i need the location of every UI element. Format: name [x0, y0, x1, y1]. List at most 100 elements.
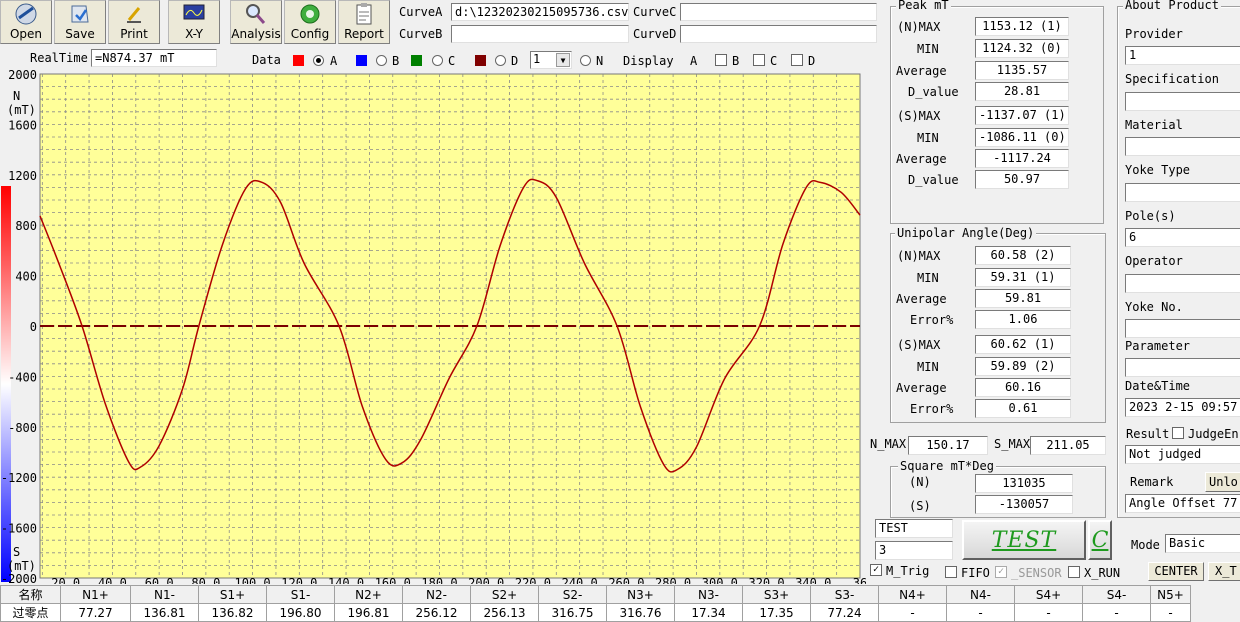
- uni-s-err: 0.61: [975, 399, 1071, 418]
- remark-field[interactable]: Angle Offset 77.: [1125, 494, 1240, 513]
- uni-n-avg: 59.81: [975, 289, 1071, 308]
- x-tick-label: 80.0: [191, 576, 220, 584]
- x-tick-label: 280.0: [655, 576, 691, 584]
- print-icon: [127, 7, 141, 23]
- clear-button[interactable]: C: [1088, 520, 1112, 560]
- unlock-button[interactable]: Unlo: [1205, 472, 1240, 492]
- parameter-label: Parameter: [1125, 339, 1191, 353]
- table-header-cell: N2+: [334, 585, 403, 604]
- curve-c-field[interactable]: [680, 3, 877, 21]
- yoke-type-field[interactable]: [1125, 183, 1240, 202]
- test-button[interactable]: TEST: [962, 520, 1086, 560]
- curve-select[interactable]: 1 ▼: [530, 51, 572, 69]
- data-c-radio[interactable]: [432, 55, 443, 66]
- data-n-radio[interactable]: [580, 55, 591, 66]
- open-button[interactable]: Open: [0, 0, 52, 44]
- save-icon: [71, 5, 89, 23]
- x-tick-label: 36: [853, 576, 866, 584]
- table-value-cell: 77.27: [60, 603, 131, 622]
- test-name-field[interactable]: TEST: [875, 519, 953, 538]
- material-field[interactable]: [1125, 137, 1240, 156]
- display-b-checkbox[interactable]: [715, 54, 727, 66]
- uni-s-max-label: (S)MAX: [897, 338, 941, 352]
- datetime-field[interactable]: 2023 2-15 09:57: [1125, 398, 1240, 417]
- config-button[interactable]: Config: [284, 0, 336, 44]
- mode-select[interactable]: Basic: [1165, 534, 1240, 553]
- xy-button[interactable]: X-Y: [168, 0, 220, 44]
- peak-title: Peak mT: [896, 0, 951, 12]
- uni-s-avg-label: Average: [896, 381, 947, 395]
- square-n-value: 131035: [975, 474, 1073, 493]
- magnifier-icon: [246, 4, 266, 24]
- judge-enable-checkbox[interactable]: [1172, 427, 1184, 439]
- s-max-value: 211.05: [1030, 436, 1106, 455]
- table-value-cell: 136.82: [198, 603, 267, 622]
- table-header-cell: 名称: [0, 585, 61, 604]
- uni-n-err: 1.06: [975, 310, 1071, 329]
- table-header-cell: S3-: [810, 585, 879, 604]
- x-tick-label: 40.0: [98, 576, 127, 584]
- display-d-label: D: [808, 54, 816, 68]
- display-b-label: B: [732, 54, 740, 68]
- table-header-cell: S1-: [266, 585, 335, 604]
- x-tick-label: 180.0: [421, 576, 457, 584]
- peak-s-min-label: MIN: [917, 131, 939, 145]
- curve-a-field[interactable]: d:\12320230215095736.csv: [451, 3, 629, 21]
- table-value-cell: 196.80: [266, 603, 335, 622]
- x-t-button[interactable]: X_T: [1208, 562, 1240, 581]
- center-button[interactable]: CENTER: [1148, 562, 1204, 581]
- display-a-label: A: [690, 54, 698, 68]
- x-tick-label: 260.0: [608, 576, 644, 584]
- table-header-cell: S1+: [198, 585, 267, 604]
- realtime-label: RealTime: [30, 51, 88, 65]
- n-max-label: N_MAX: [870, 437, 907, 451]
- yoke-no-field[interactable]: [1125, 319, 1240, 338]
- report-button[interactable]: Report: [338, 0, 390, 44]
- waveform-chart[interactable]: 2000 1600 1200 800 400 0 -400 -800 -1200 -1600 -20…: [0, 68, 866, 584]
- display-c-label: C: [770, 54, 778, 68]
- peak-s-avg: -1117.24: [975, 149, 1069, 168]
- table-header-cell: S4-: [1082, 585, 1151, 604]
- chevron-down-icon[interactable]: ▼: [556, 53, 570, 67]
- uni-n-max-label: (N)MAX: [897, 249, 941, 263]
- data-d-radio[interactable]: [495, 55, 506, 66]
- table-header-cell: N2-: [402, 585, 471, 604]
- fifo-label: FIFO: [961, 566, 990, 580]
- curve-b-field[interactable]: [451, 25, 629, 43]
- analysis-button[interactable]: Analysis: [230, 0, 282, 44]
- sensor-checkbox[interactable]: ✓: [995, 566, 1007, 578]
- s-max-label: S_MAX: [994, 437, 1031, 451]
- zero-crossing-table: 名称 N1+ N1- S1+ S1- N2+ N2- S2+ S2- N3+ N3- S3+ S3- N4…: [0, 585, 1191, 622]
- display-c-checkbox[interactable]: [753, 54, 765, 66]
- display-label: Display: [623, 54, 674, 68]
- table-value-cell: 316.76: [606, 603, 675, 622]
- m-trig-checkbox[interactable]: ✓: [870, 564, 882, 576]
- x-run-checkbox[interactable]: [1068, 566, 1080, 578]
- table-value-cell: 256.13: [470, 603, 539, 622]
- poles-field[interactable]: 6: [1125, 228, 1240, 247]
- table-header-cell: S2-: [538, 585, 607, 604]
- save-button[interactable]: Save: [54, 0, 106, 44]
- table-value-cell: 316.75: [538, 603, 607, 622]
- display-d-checkbox[interactable]: [791, 54, 803, 66]
- y-tick-label: -1200: [1, 471, 37, 485]
- sensor-label: _SENSOR: [1011, 566, 1062, 580]
- curve-d-field[interactable]: [680, 25, 877, 43]
- curve-a-swatch: [293, 55, 304, 66]
- parameter-field[interactable]: [1125, 358, 1240, 377]
- peak-s-d-label: D_value: [908, 173, 959, 187]
- table-value-cell: 77.24: [810, 603, 879, 622]
- peak-n-min-label: MIN: [917, 42, 939, 56]
- clipboard-icon: [356, 3, 372, 25]
- provider-field[interactable]: 1: [1125, 46, 1240, 65]
- fifo-checkbox[interactable]: [945, 566, 957, 578]
- print-button[interactable]: Print: [108, 0, 160, 44]
- test-count-field[interactable]: 3: [875, 541, 953, 560]
- spec-field[interactable]: [1125, 92, 1240, 111]
- data-a-radio[interactable]: [313, 55, 324, 66]
- peak-n-avg-label: Average: [896, 64, 947, 78]
- n-max-value: 150.17: [908, 436, 988, 455]
- data-b-radio[interactable]: [376, 55, 387, 66]
- uni-n-err-label: Error%: [910, 313, 954, 327]
- operator-field[interactable]: [1125, 274, 1240, 293]
